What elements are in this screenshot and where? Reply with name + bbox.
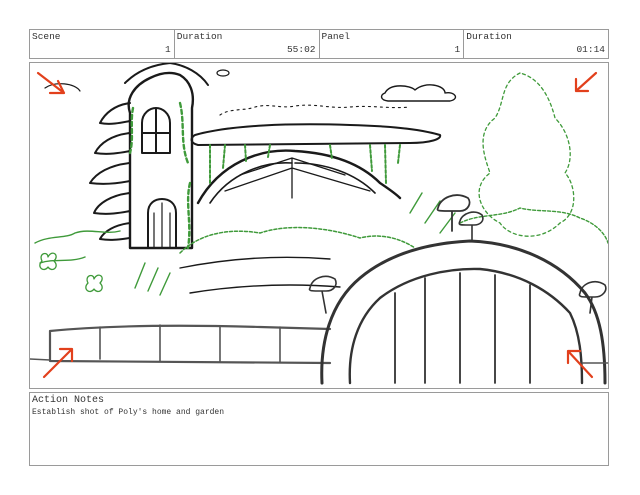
rock-arch-inner: [348, 267, 584, 385]
duration-value: 55:02: [286, 44, 316, 55]
stone-wall: [48, 324, 332, 365]
bridge-deck: [190, 123, 442, 146]
scene-label: Scene: [32, 31, 61, 42]
scene-cell: Scene 1: [30, 30, 175, 58]
panel-duration-label: Duration: [466, 31, 512, 42]
left-foliage: [34, 230, 121, 264]
stone-wall-blocks: [99, 324, 281, 363]
panel-label: Panel: [321, 31, 351, 42]
bushes-line: [219, 104, 411, 116]
corner-arrow-icon: [36, 71, 66, 95]
corner-arrow-icon: [574, 71, 598, 93]
duration-cell: Duration 55:02: [175, 30, 320, 58]
rock-arch-lines: [394, 272, 531, 384]
panel-sketch: [30, 63, 608, 385]
tower-window: [141, 107, 171, 154]
panel-duration-value: 01:14: [576, 44, 605, 55]
panel-duration-cell: Duration 01:14: [464, 30, 608, 58]
panel-cell: Panel 1: [320, 30, 465, 58]
rock-arch: [320, 239, 607, 385]
right-bushes: [459, 207, 608, 244]
bridge-truss: [224, 157, 371, 199]
tower-ivy: [128, 101, 192, 250]
corner-arrow-icon: [42, 347, 74, 379]
duration-label: Duration: [176, 31, 223, 42]
scene-value: 1: [165, 44, 171, 55]
storyboard-panel: [29, 62, 609, 389]
mushroom: [308, 275, 337, 314]
garden-bushes: [179, 226, 416, 254]
panel-value: 1: [454, 44, 461, 55]
tower-door-lines: [153, 202, 171, 249]
tower-scales: [89, 102, 131, 241]
tower: [127, 71, 194, 250]
action-notes-text: Establish shot of Poly's home and garden: [32, 408, 225, 417]
action-notes: Action Notes Establish shot of Poly's ho…: [29, 392, 609, 466]
cloud: [380, 84, 457, 102]
storyboard-header: Scene 1 Duration 55:02 Panel 1 Duration …: [29, 29, 609, 59]
garden-path: [179, 256, 341, 294]
flower: [85, 274, 103, 293]
bridge-arch: [196, 149, 402, 205]
cloud: [216, 69, 230, 77]
action-notes-title: Action Notes: [32, 395, 105, 406]
